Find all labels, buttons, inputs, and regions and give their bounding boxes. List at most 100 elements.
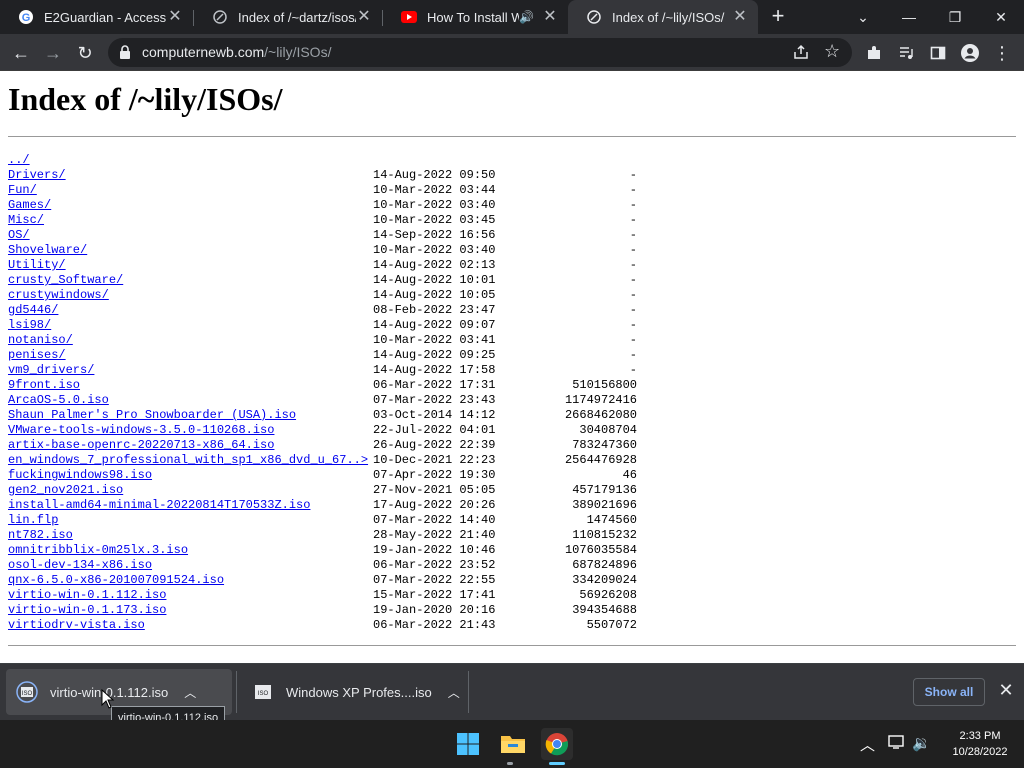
restore-button[interactable]: ❐ <box>932 0 978 34</box>
extensions-puzzle-icon[interactable] <box>861 40 887 66</box>
modified-date: 19-Jan-2020 20:16 <box>373 603 496 617</box>
forward-button[interactable]: → <box>40 40 66 66</box>
close-tab-icon[interactable]: ✕ <box>732 9 748 25</box>
file-link[interactable]: lin.flp <box>8 513 58 528</box>
tab-title: Index of /~dartz/isos/ <box>238 9 356 25</box>
file-link[interactable]: Drivers/ <box>8 168 66 183</box>
file-size: 389021696 <box>572 498 637 512</box>
file-link[interactable]: notaniso/ <box>8 333 73 348</box>
file-link[interactable]: Fun/ <box>8 183 37 198</box>
side-panel-icon[interactable] <box>925 40 951 66</box>
media-control-icon[interactable] <box>893 40 919 66</box>
file-link[interactable]: artix-base-openrc-20220713-x86_64.iso <box>8 438 274 453</box>
list-item: gen2_nov2021.iso 27-Nov-2021 05:05 4571791… <box>8 483 648 498</box>
close-shelf-icon[interactable]: ✕ <box>996 680 1016 701</box>
file-link[interactable]: virtiodrv-vista.iso <box>8 618 145 633</box>
url-text[interactable]: computernewb.com/~lily/ISOs/ <box>142 44 331 60</box>
list-item: omnitribblix-0m25lx.3.iso 19-Jan-2022 10:… <box>8 543 648 558</box>
file-link[interactable]: Misc/ <box>8 213 44 228</box>
file-link[interactable]: Games/ <box>8 198 51 213</box>
file-size: 2668462080 <box>564 408 637 422</box>
file-size: - <box>629 228 637 242</box>
file-link[interactable]: nt782.iso <box>8 528 73 543</box>
file-link[interactable]: crustywindows/ <box>8 288 109 303</box>
modified-date: 07-Apr-2022 19:30 <box>373 468 496 482</box>
file-link[interactable]: omnitribblix-0m25lx.3.iso <box>8 543 188 558</box>
volume-icon[interactable]: 🔉 <box>912 734 931 752</box>
file-link[interactable]: gd5446/ <box>8 303 58 318</box>
modified-date: 07-Mar-2022 23:43 <box>373 393 496 407</box>
profile-avatar-icon[interactable] <box>957 40 983 66</box>
back-button[interactable]: ← <box>8 40 34 66</box>
file-link[interactable]: crusty_Software/ <box>8 273 123 288</box>
file-link[interactable]: penises/ <box>8 348 66 363</box>
file-link[interactable]: VMware-tools-windows-3.5.0-110268.iso <box>8 423 274 438</box>
share-icon[interactable] <box>792 43 810 61</box>
modified-date: 17-Aug-2022 20:26 <box>373 498 496 512</box>
file-link[interactable]: osol-dev-134-x86.iso <box>8 558 152 573</box>
windows-start-icon[interactable] <box>452 728 484 760</box>
system-clock[interactable]: 2:33 PM 10/28/2022 <box>940 728 1020 760</box>
download-item-winxp[interactable]: ISO Windows XP Profes....iso ︿ <box>252 669 464 715</box>
modified-date: 14-Aug-2022 10:05 <box>373 288 496 302</box>
minimize-button[interactable]: — <box>886 0 932 34</box>
menu-kebab-icon[interactable]: ⋮ <box>989 40 1015 66</box>
file-link[interactable]: ArcaOS-5.0.iso <box>8 393 109 408</box>
bookmark-star-icon[interactable]: ☆ <box>824 41 840 62</box>
tab-strip: G E2Guardian - Access Denied ✕ Index of … <box>0 0 1024 34</box>
file-link[interactable]: install-amd64-minimal-20220814T170533Z.i… <box>8 498 310 513</box>
new-tab-button[interactable]: + <box>766 5 790 29</box>
lock-icon[interactable] <box>118 45 132 60</box>
file-link[interactable]: OS/ <box>8 228 30 243</box>
file-link[interactable]: vm9_drivers/ <box>8 363 94 378</box>
parent-directory-link[interactable]: ../ <box>8 153 30 168</box>
file-link[interactable]: Shaun Palmer's Pro Snowboarder (USA).iso <box>8 408 296 423</box>
directory-listing: ../ Drivers/14-Aug-2022 09:50- Fun/10-Mar… <box>8 153 648 633</box>
file-link[interactable]: virtio-win-0.1.173.iso <box>8 603 166 618</box>
chevron-up-icon[interactable]: ︿ <box>184 684 196 701</box>
chevron-up-icon[interactable]: ︿ <box>860 734 875 755</box>
file-size: 1474560 <box>586 513 637 527</box>
close-tab-icon[interactable]: ✕ <box>356 9 372 25</box>
list-item: Utility/14-Aug-2022 02:13 - <box>8 258 648 273</box>
reload-button[interactable]: ↻ <box>72 40 98 66</box>
chevron-up-icon[interactable]: ︿ <box>448 684 460 701</box>
list-item: Fun/10-Mar-2022 03:44 - <box>8 183 648 198</box>
tab-dartz-isos[interactable]: Index of /~dartz/isos/ ✕ <box>194 0 382 34</box>
svg-text:ISO: ISO <box>22 691 33 697</box>
file-link[interactable]: en_windows_7_professional_with_sp1_x86_d… <box>8 453 368 468</box>
file-link[interactable]: 9front.iso <box>8 378 80 393</box>
file-link[interactable]: Shovelware/ <box>8 243 87 258</box>
speaker-icon[interactable]: 🔊 <box>519 10 534 24</box>
modified-date: 28-May-2022 21:40 <box>373 528 496 542</box>
active-indicator <box>549 762 565 765</box>
modified-date: 08-Feb-2022 23:47 <box>373 303 496 317</box>
svg-text:G: G <box>22 12 31 24</box>
file-link[interactable]: virtio-win-0.1.112.iso <box>8 588 166 603</box>
address-bar[interactable]: computernewb.com/~lily/ISOs/ ☆ <box>108 38 852 67</box>
file-explorer-icon[interactable] <box>497 728 529 760</box>
show-all-button[interactable]: Show all <box>913 678 985 706</box>
tab-e2guardian[interactable]: G E2Guardian - Access Denied ✕ <box>0 0 193 34</box>
file-link[interactable]: qnx-6.5.0-x86-201007091524.iso <box>8 573 224 588</box>
list-item: vm9_drivers/14-Aug-2022 17:58 - <box>8 363 648 378</box>
apache-feather-icon <box>212 9 228 25</box>
tab-lily-isos[interactable]: Index of /~lily/ISOs/ ✕ <box>568 0 758 34</box>
close-tab-icon[interactable]: ✕ <box>167 9 183 25</box>
file-size: 5507072 <box>586 618 637 632</box>
network-icon[interactable] <box>888 734 906 754</box>
list-item: OS/14-Sep-2022 16:56 - <box>8 228 648 243</box>
tab-search-chevron-icon[interactable]: ⌄ <box>840 0 886 34</box>
tab-title: How To Install Windows <box>427 9 520 25</box>
tab-title: Index of /~lily/ISOs/ <box>612 9 725 25</box>
file-size: 1174972416 <box>564 393 637 407</box>
file-link[interactable]: Utility/ <box>8 258 66 273</box>
close-window-button[interactable]: ✕ <box>978 0 1024 34</box>
file-link[interactable]: fuckingwindows98.iso <box>8 468 152 483</box>
youtube-icon <box>401 9 417 25</box>
chrome-icon[interactable] <box>541 728 573 760</box>
close-tab-icon[interactable]: ✕ <box>542 9 558 25</box>
file-link[interactable]: lsi98/ <box>8 318 51 333</box>
file-link[interactable]: gen2_nov2021.iso <box>8 483 123 498</box>
tab-youtube[interactable]: How To Install Windows 🔊 ✕ <box>383 0 568 34</box>
